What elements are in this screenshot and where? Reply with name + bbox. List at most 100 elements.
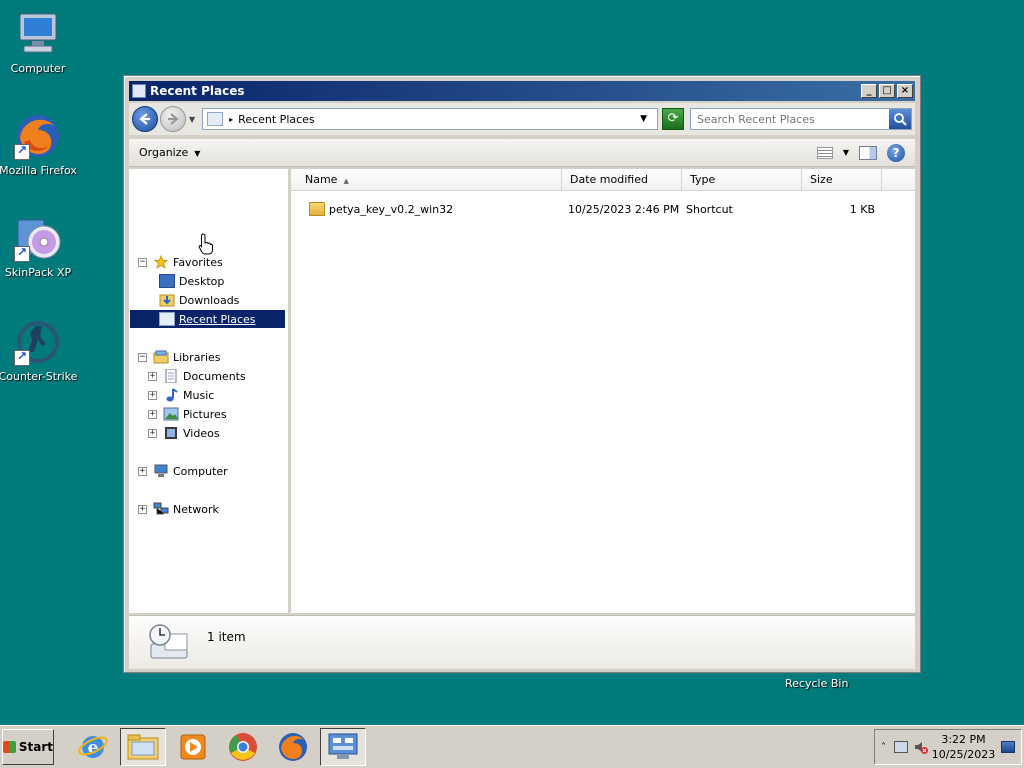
desktop-icon-counter-strike[interactable]: Counter-Strike — [0, 318, 78, 383]
minimize-button[interactable]: _ — [861, 84, 877, 98]
recycle-bin-label[interactable]: Recycle Bin — [785, 677, 848, 690]
column-header-type[interactable]: Type — [682, 169, 802, 191]
close-button[interactable]: × — [897, 84, 913, 98]
tree-label: Downloads — [179, 293, 240, 307]
tree-network[interactable]: + Network — [138, 500, 219, 518]
taskbar-media-player[interactable] — [170, 728, 216, 766]
collapse-toggle[interactable]: − — [138, 352, 147, 362]
command-bar: Organize ▼ ▼ ? — [129, 139, 915, 167]
search-icon — [894, 113, 907, 126]
libraries-icon — [153, 350, 169, 364]
start-label: Start — [18, 740, 53, 754]
firefox-icon — [14, 112, 62, 160]
computer-icon — [154, 464, 168, 477]
desktop-icon-skinpack[interactable]: SkinPack XP — [0, 214, 78, 279]
view-options-chevron-icon[interactable]: ▼ — [843, 148, 849, 157]
expand-toggle[interactable]: + — [138, 504, 147, 514]
tree-item-pictures[interactable]: + Pictures — [148, 405, 227, 423]
expand-toggle[interactable]: + — [148, 371, 157, 381]
chevron-right-icon[interactable]: ▸ — [229, 115, 233, 124]
tree-computer[interactable]: + Computer — [138, 462, 228, 480]
address-field[interactable]: ▸ Recent Places ▼ — [202, 108, 658, 130]
details-pane: 1 item — [129, 615, 915, 669]
tree-item-downloads[interactable]: Downloads — [159, 291, 239, 309]
system-tray: ˄ 3:22 PM 10/25/2023 — [874, 729, 1022, 765]
expand-toggle[interactable]: + — [148, 428, 157, 438]
desktop-icon — [159, 274, 175, 288]
control-panel-icon — [328, 733, 358, 759]
hand-cursor-icon — [198, 233, 213, 255]
refresh-icon: ⟳ — [667, 111, 679, 126]
forward-button[interactable] — [160, 106, 186, 132]
address-dropdown-icon[interactable]: ▼ — [640, 114, 647, 124]
clock[interactable]: 3:22 PM 10/25/2023 — [932, 732, 995, 762]
preview-pane-icon[interactable] — [859, 145, 877, 160]
taskbar-control-panel[interactable] — [320, 728, 366, 766]
recent-places-icon — [159, 312, 175, 326]
tree-libraries[interactable]: − Libraries — [138, 348, 221, 366]
volume-muted-icon[interactable] — [914, 740, 928, 754]
chevron-down-icon: ▼ — [194, 149, 201, 158]
expand-toggle[interactable]: + — [148, 409, 157, 419]
clock-time: 3:22 PM — [941, 733, 986, 746]
column-header-size[interactable]: Size — [802, 169, 882, 191]
show-desktop-icon[interactable] — [1001, 741, 1015, 753]
address-bar: ▼ ▸ Recent Places ▼ ⟳ — [129, 103, 915, 135]
downloads-icon — [159, 294, 175, 307]
star-icon — [153, 255, 169, 269]
network-icon — [153, 502, 169, 515]
tree-item-documents[interactable]: + Documents — [148, 367, 246, 385]
collapse-toggle[interactable]: − — [138, 257, 147, 267]
disc-installer-icon — [14, 214, 62, 262]
tree-favorites[interactable]: − Favorites — [138, 253, 223, 271]
taskbar-firefox[interactable] — [270, 728, 316, 766]
desktop-icon-label: Counter-Strike — [0, 370, 78, 383]
taskbar-items: e — [70, 728, 366, 766]
music-icon — [166, 388, 178, 402]
internet-explorer-icon: e — [78, 736, 108, 758]
recent-places-icon — [132, 84, 146, 98]
recent-places-clock-icon — [147, 622, 191, 664]
back-button[interactable] — [132, 106, 158, 132]
tree-label: Pictures — [183, 407, 227, 421]
column-header-name[interactable]: Name ▲ — [291, 169, 562, 191]
refresh-button[interactable]: ⟳ — [662, 108, 684, 130]
tree-item-videos[interactable]: + Videos — [148, 424, 220, 442]
file-type: Shortcut — [686, 202, 733, 216]
folder-shortcut-icon — [309, 202, 325, 216]
tree-label: Network — [173, 502, 219, 516]
table-row[interactable]: petya_key_v0.2_win32 10/25/2023 2:46 PM … — [291, 199, 915, 219]
expand-toggle[interactable]: + — [138, 466, 147, 476]
recent-pages-chevron-icon[interactable]: ▼ — [189, 115, 195, 124]
organize-label: Organize — [139, 146, 189, 159]
start-button[interactable]: Start — [2, 729, 54, 765]
desktop-icon-label: Computer — [10, 62, 66, 75]
file-date: 10/25/2023 2:46 PM — [568, 202, 680, 216]
file-size: 1 KB — [849, 202, 875, 216]
window-title: Recent Places — [150, 84, 245, 98]
desktop-icon-computer[interactable]: Computer — [0, 10, 78, 75]
search-button[interactable] — [889, 109, 911, 129]
maximize-button[interactable]: □ — [879, 84, 895, 98]
organize-menu[interactable]: Organize ▼ — [139, 146, 200, 159]
expand-toggle[interactable]: + — [148, 390, 157, 400]
show-hidden-icons-chevron-icon[interactable]: ˄ — [881, 742, 886, 753]
search-input[interactable] — [691, 112, 889, 126]
taskbar-internet-explorer[interactable]: e — [70, 728, 116, 766]
tree-item-music[interactable]: + Music — [148, 386, 214, 404]
tree-label: Libraries — [173, 350, 221, 364]
taskbar-windows-explorer[interactable] — [120, 728, 166, 766]
network-status-icon[interactable] — [894, 741, 908, 753]
column-header-date[interactable]: Date modified — [562, 169, 682, 191]
help-icon[interactable]: ? — [887, 143, 905, 162]
desktop-icon-firefox[interactable]: Mozilla Firefox — [0, 112, 78, 177]
counter-strike-icon — [14, 318, 62, 366]
taskbar-chrome[interactable] — [220, 728, 266, 766]
clock-date: 10/25/2023 — [931, 748, 996, 761]
tree-item-desktop[interactable]: Desktop — [159, 272, 224, 290]
change-view-icon[interactable] — [816, 146, 833, 159]
search-box — [690, 108, 912, 130]
window-titlebar[interactable]: Recent Places _ □ × — [129, 81, 915, 101]
tree-label: Videos — [183, 426, 220, 440]
tree-item-recent-places[interactable]: Recent Places — [130, 310, 285, 328]
